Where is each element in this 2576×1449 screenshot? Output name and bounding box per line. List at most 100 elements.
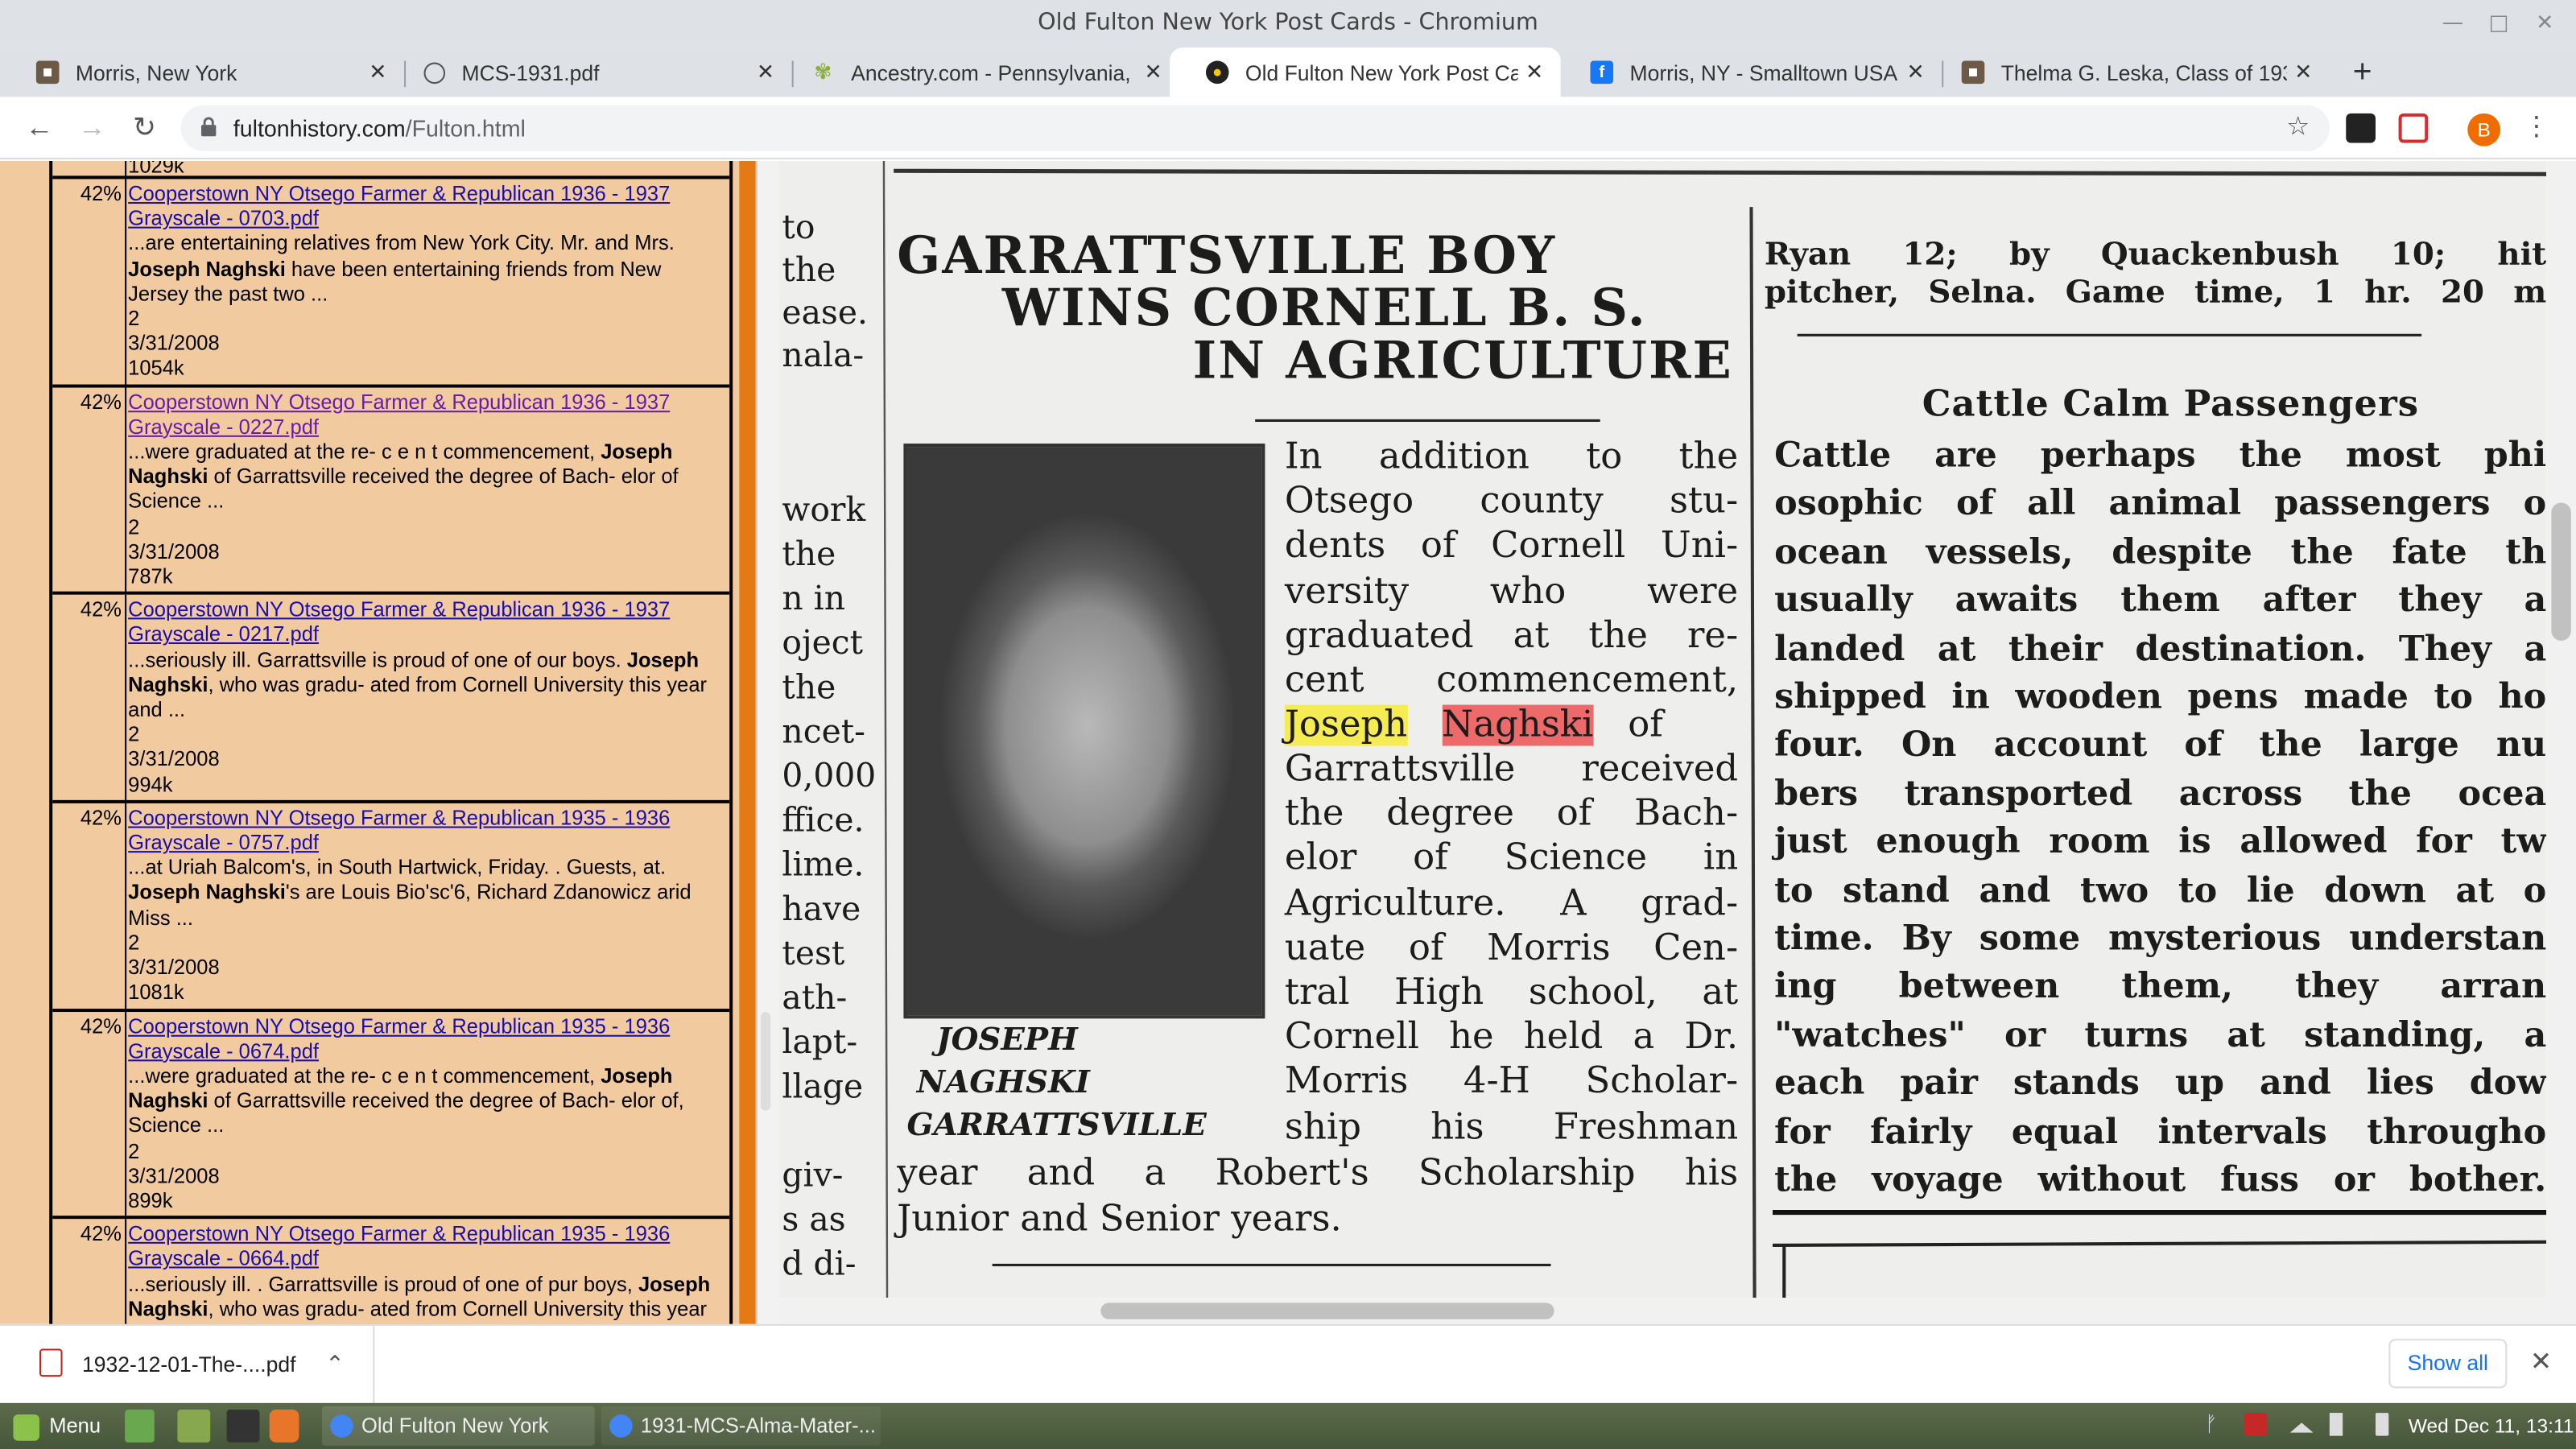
- article-headline: WINS CORNELL B. S.: [1001, 279, 1647, 339]
- facebook-icon: f: [1590, 60, 1614, 85]
- start-menu-button[interactable]: Menu: [13, 1403, 101, 1449]
- result-cell: Cooperstown NY Otsego Farmer & Republica…: [125, 803, 729, 1009]
- show-desktop-icon[interactable]: [125, 1410, 155, 1443]
- article-headline: GARRATTSVILLE BOY: [897, 226, 1557, 287]
- tab-ancestry[interactable]: ✾ Ancestry.com - Pennsylvania, D ✕: [775, 47, 1179, 97]
- article-text: ship his Freshman: [1284, 1106, 1739, 1148]
- tab-close-icon[interactable]: ✕: [1137, 59, 1170, 85]
- show-all-button[interactable]: Show all: [2388, 1339, 2508, 1389]
- taskbar-window-alma-mater[interactable]: 1931-MCS-Alma-Mater-...: [601, 1406, 881, 1446]
- result-pdf-link[interactable]: Cooperstown NY Otsego Farmer & Republica…: [128, 1014, 670, 1063]
- file-manager-icon[interactable]: [177, 1410, 211, 1443]
- url-text[interactable]: fultonhistory.com/Fulton.html: [233, 105, 526, 151]
- profile-avatar[interactable]: B: [2467, 113, 2501, 147]
- left-column-fragment: the: [782, 250, 836, 290]
- back-button[interactable]: ←: [19, 97, 59, 159]
- column-text: bers transported across the ocea: [1774, 771, 2547, 813]
- tab-label: Morris, New York: [75, 60, 237, 85]
- address-bar[interactable]: fultonhistory.com/Fulton.html ☆: [180, 105, 2330, 151]
- result-pdf-link[interactable]: Cooperstown NY Otsego Farmer & Republica…: [128, 807, 670, 855]
- article-text: uate of Morris Cen-: [1284, 927, 1739, 969]
- article-text: the degree of Bach-: [1284, 794, 1739, 836]
- snippet-text: , who was gradu- ated from Cornell Unive…: [128, 673, 708, 722]
- newspaper-scan: to the ease. nala-work the n in oject the ncet- 0…: [778, 160, 2547, 1298]
- snippet-text: ...seriously ill. Garrattsville is proud…: [128, 648, 627, 671]
- frame-border: [739, 160, 756, 1324]
- column-text: shipped in wooden pens made to ho: [1774, 675, 2547, 716]
- extension-pdf-icon[interactable]: [2398, 113, 2429, 143]
- hit-count: 2: [128, 307, 140, 331]
- result-pdf-link[interactable]: Cooperstown NY Otsego Farmer & Republica…: [128, 1223, 670, 1271]
- box-score-text: pitcher, Selna. Game time, 1 hr. 20 m: [1764, 274, 2547, 311]
- firefox-icon[interactable]: [269, 1410, 299, 1443]
- battery-icon[interactable]: [2375, 1413, 2389, 1436]
- result-row: 42% Cooperstown NY Otsego Farmer & Republ…: [52, 179, 730, 387]
- article-text: Garrattsville received: [1284, 749, 1739, 791]
- result-pdf-link[interactable]: Cooperstown NY Otsego Farmer & Republica…: [128, 183, 670, 231]
- pdf-file-icon: [39, 1348, 63, 1377]
- index-date: 3/31/2008: [128, 1164, 220, 1187]
- terminal-icon[interactable]: [226, 1410, 260, 1443]
- minimize-icon[interactable]: —: [2428, 0, 2477, 47]
- article-text: versity who were: [1284, 571, 1739, 613]
- column-text: the voyage without fuss or bother.: [1774, 1158, 2547, 1199]
- article-text: Otsego county stu-: [1284, 481, 1739, 523]
- result-pdf-link[interactable]: Cooperstown NY Otsego Farmer & Republica…: [128, 598, 670, 646]
- maximize-icon[interactable]: □: [2474, 0, 2523, 47]
- chevron-up-icon[interactable]: ⌃: [325, 1326, 345, 1402]
- column-text: landed at their destination. They a: [1774, 626, 2547, 668]
- taskbar-window-fulton[interactable]: Old Fulton New York Po...: [321, 1406, 595, 1446]
- new-tab-button[interactable]: +: [2346, 47, 2379, 97]
- clock[interactable]: Wed Dec 11, 13:11: [2409, 1403, 2574, 1449]
- bluetooth-icon[interactable]: ᚠ: [2205, 1412, 2228, 1436]
- index-date: 3/31/2008: [128, 748, 220, 772]
- result-pdf-link[interactable]: Cooperstown NY Otsego Farmer & Republica…: [128, 390, 670, 439]
- left-column-fragment: d di-: [782, 1243, 857, 1283]
- tab-close-icon[interactable]: ✕: [2287, 59, 2320, 85]
- tab-morris-smalltown-usa[interactable]: f Morris, NY - Smalltown USA ✕: [1554, 47, 1942, 97]
- article-text: graduated at the re-: [1284, 615, 1739, 657]
- tab-old-fulton[interactable]: ● Old Fulton New York Post Card ✕: [1170, 47, 1561, 97]
- download-item[interactable]: 1932-12-01-The-....pdf ⌃: [0, 1325, 375, 1405]
- article-text: Junior and Senior years.: [897, 1199, 1342, 1241]
- frame-splitter[interactable]: [755, 160, 779, 1324]
- reload-button[interactable]: ↻: [125, 97, 164, 159]
- close-window-icon[interactable]: ✕: [2520, 0, 2570, 47]
- fulton-logo-icon: ●: [1205, 60, 1229, 85]
- left-column-fragment: the: [782, 534, 836, 574]
- close-download-bar-icon[interactable]: ✕: [2530, 1326, 2552, 1402]
- shield-icon[interactable]: [2244, 1413, 2268, 1436]
- browser-menu-icon[interactable]: ⋮: [2524, 97, 2550, 159]
- index-date: 3/31/2008: [128, 540, 220, 564]
- tab-morris-new-york[interactable]: ■ Morris, New York ✕: [0, 47, 404, 97]
- forward-button[interactable]: →: [72, 97, 112, 159]
- left-column-fragment: nala-: [782, 335, 865, 375]
- volume-icon[interactable]: [2329, 1413, 2343, 1436]
- tab-thelma-leska[interactable]: ■ Thelma G. Leska, Class of 1931 ✕: [1926, 47, 2330, 97]
- tab-close-icon[interactable]: ✕: [1518, 59, 1551, 85]
- window-title-bar: Old Fulton New York Post Cards - Chromiu…: [0, 0, 2576, 48]
- bookmark-star-icon[interactable]: ☆: [2286, 105, 2310, 151]
- match-percent: 42%: [80, 806, 122, 830]
- vertical-scrollbar[interactable]: [2546, 160, 2576, 1324]
- left-column-fragment: have: [782, 889, 861, 929]
- left-column-fragment: giv-: [782, 1154, 844, 1195]
- left-column-fragment: oject: [782, 622, 864, 663]
- horizontal-scrollbar[interactable]: [778, 1298, 2547, 1324]
- extension-checklist-icon[interactable]: [2346, 113, 2376, 143]
- left-column-fragment: ease.: [782, 292, 868, 332]
- results-frame[interactable]: 1029k 42% Cooperstown NY Otsego Farmer & …: [0, 160, 773, 1324]
- snippet-text: ...were graduated at the re- c e n t com…: [128, 440, 601, 464]
- result-snippet: ...were graduated at the re- c e n t com…: [128, 440, 723, 515]
- newspaper-scan-frame[interactable]: to the ease. nala-work the n in oject the ncet- 0…: [778, 160, 2547, 1298]
- left-column-fragment: lapt-: [782, 1022, 858, 1062]
- left-column-fragment: test: [782, 933, 845, 973]
- snippet-text: of Garrattsville received the degree of …: [128, 1089, 684, 1137]
- download-filename: 1932-12-01-The-....pdf: [82, 1352, 296, 1377]
- wifi-icon[interactable]: [2289, 1422, 2314, 1433]
- tab-mcs-1931-pdf[interactable]: MCS-1931.pdf ✕: [388, 47, 792, 97]
- left-column-fragment: n in: [782, 578, 846, 618]
- article-text: In addition to the: [1284, 436, 1739, 478]
- column-headline: Cattle Calm Passengers: [1922, 382, 2420, 426]
- result-snippet: ...are entertaining relatives from New Y…: [128, 233, 723, 308]
